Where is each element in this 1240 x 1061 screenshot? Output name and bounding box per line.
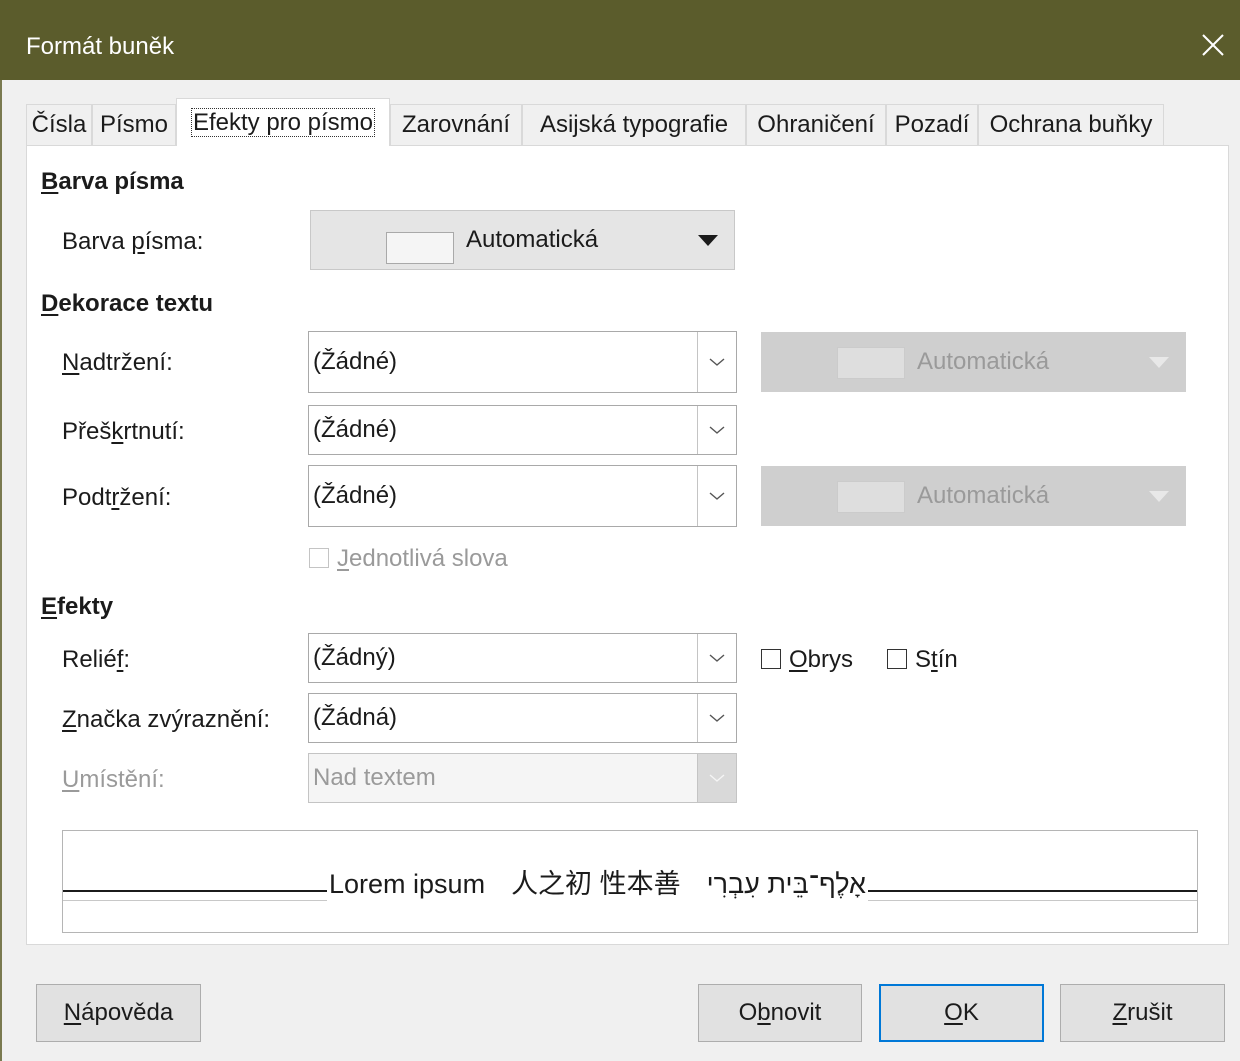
individual-words-label: Jednotlivá slova [337, 545, 508, 572]
position-dropdown-button[interactable] [697, 754, 736, 802]
dropdown-arrow-icon [1149, 491, 1169, 502]
tab-font-effects[interactable]: Efekty pro písmo [176, 98, 390, 146]
shadow-label: Stín [915, 646, 958, 673]
underline-color-value: Automatická [917, 482, 1050, 509]
emphasis-mark-value: (Žádná) [313, 704, 398, 731]
chevron-down-icon [709, 714, 725, 722]
effects-heading: Efekty [41, 593, 114, 620]
decoration-heading: Dekorace textu [41, 290, 214, 317]
underline-color-button[interactable]: Automatická [761, 466, 1186, 526]
chevron-down-icon [709, 654, 725, 662]
tab-cell-protection[interactable]: Ochrana buňky [978, 104, 1164, 145]
strikethrough-dropdown-button[interactable] [697, 406, 736, 454]
overline-value: (Žádné) [313, 348, 398, 375]
font-color-button[interactable]: Automatická [310, 210, 735, 270]
relief-label: Reliéf: [62, 646, 131, 673]
overline-color-value: Automatická [917, 348, 1050, 375]
emphasis-mark-select[interactable]: (Žádná) [308, 693, 737, 743]
emphasis-mark-dropdown-button[interactable] [697, 694, 736, 742]
overline-select[interactable]: (Žádné) [308, 331, 737, 393]
color-swatch [837, 347, 905, 379]
preview-text: Lorem ipsum 人之初 性本善 אָלֶף־בֵּית עִבְרִי [327, 862, 868, 901]
tab-asian-typography[interactable]: Asijská typografie [522, 104, 746, 145]
position-select[interactable]: Nad textem [308, 753, 737, 803]
overline-dropdown-button[interactable] [697, 332, 736, 392]
font-preview: Lorem ipsum 人之初 性本善 אָלֶף־בֵּית עִבְרִי [62, 830, 1198, 933]
close-button[interactable] [1198, 30, 1228, 60]
overline-color-button[interactable]: Automatická [761, 332, 1186, 392]
overline-label: Nadtržení: [62, 349, 173, 376]
emphasis-mark-label: Značka zvýraznění: [62, 706, 271, 733]
preview-cjk-text: 人之初 性本善 [511, 869, 681, 899]
position-label: Umístění: [62, 766, 165, 793]
tab-borders[interactable]: Ohraničení [746, 104, 886, 145]
underline-dropdown-button[interactable] [697, 466, 736, 526]
strikethrough-value: (Žádné) [313, 416, 398, 443]
tab-background[interactable]: Pozadí [886, 104, 978, 145]
ok-button[interactable]: OK [879, 984, 1044, 1042]
font-color-value: Automatická [466, 226, 599, 253]
position-value: Nad textem [313, 764, 436, 791]
outline-label: Obrys [789, 646, 854, 673]
underline-value: (Žádné) [313, 482, 398, 509]
preview-hebrew-text: אָלֶף־בֵּית עִבְרִי [706, 869, 866, 899]
cancel-button[interactable]: Zrušit [1060, 984, 1225, 1042]
color-swatch [386, 232, 454, 264]
tab-font[interactable]: Písmo [92, 104, 176, 145]
window-title: Formát buněk [26, 33, 175, 60]
help-button[interactable]: Nápověda [36, 984, 201, 1042]
relief-value: (Žádný) [313, 644, 396, 671]
underline-label: Podtržení: [62, 484, 172, 511]
chevron-down-icon [709, 358, 725, 366]
relief-select[interactable]: (Žádný) [308, 633, 737, 683]
color-swatch [837, 481, 905, 513]
strikethrough-label: Přeškrtnutí: [62, 418, 185, 445]
chevron-down-icon [709, 774, 725, 782]
close-icon [1202, 34, 1224, 56]
checkbox-box [887, 649, 907, 669]
dropdown-arrow-icon [698, 235, 718, 246]
relief-dropdown-button[interactable] [697, 634, 736, 682]
tab-numbers[interactable]: Čísla [26, 104, 92, 145]
chevron-down-icon [709, 492, 725, 500]
font-color-label: Barva písma: [62, 228, 204, 255]
dropdown-arrow-icon [1149, 357, 1169, 368]
preview-latin-text: Lorem ipsum [329, 869, 486, 899]
reset-button[interactable]: Obnovit [698, 984, 862, 1042]
font-color-heading: Barva písma [41, 168, 184, 195]
title-bar [0, 0, 1240, 80]
checkbox-box [309, 548, 329, 568]
checkbox-box [761, 649, 781, 669]
strikethrough-select[interactable]: (Žádné) [308, 405, 737, 455]
tab-alignment[interactable]: Zarovnání [390, 104, 522, 145]
chevron-down-icon [709, 426, 725, 434]
underline-select[interactable]: (Žádné) [308, 465, 737, 527]
window-border [0, 80, 2, 1061]
